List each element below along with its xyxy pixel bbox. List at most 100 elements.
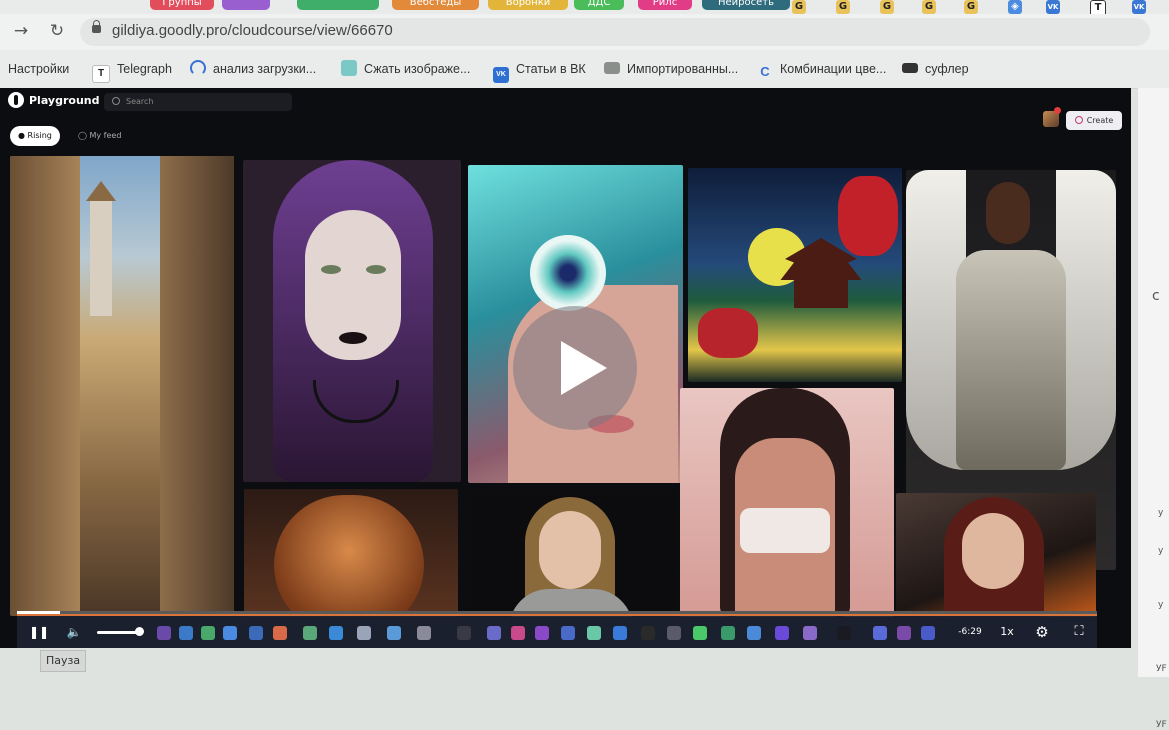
pinned-tab-chat[interactable]: ◈ xyxy=(1008,0,1022,14)
gallery-image-warrior-woman[interactable] xyxy=(896,493,1096,617)
folder-icon xyxy=(604,62,620,74)
playground-icon xyxy=(8,92,24,108)
video-player[interactable]: Playground Search ● Rising ◯ My feed Cre… xyxy=(0,88,1131,648)
back-button[interactable]: → xyxy=(10,20,32,42)
dock-icon xyxy=(417,626,431,640)
create-button[interactable]: Create xyxy=(1066,111,1122,130)
hair-shape xyxy=(274,495,424,617)
bookmark-settings[interactable]: Настройки xyxy=(8,60,69,78)
tab-webinars[interactable]: Вебстеды xyxy=(392,0,479,10)
dock-icon xyxy=(487,626,501,640)
notification-badge xyxy=(1054,107,1061,114)
side-panel-text: y xyxy=(1158,600,1164,610)
dock-icon xyxy=(357,626,371,640)
tab-neural[interactable]: Нейросеть xyxy=(702,0,790,10)
dock-icon xyxy=(721,626,735,640)
bookmark-load-analysis[interactable]: анализ загрузки... xyxy=(190,60,316,78)
gallery-image-gothic-girl[interactable] xyxy=(243,160,461,482)
tab-green[interactable] xyxy=(297,0,379,10)
pinned-tab-g[interactable]: G xyxy=(792,0,806,14)
pinned-tab-vk[interactable]: VK xyxy=(1046,0,1060,14)
volume-button[interactable]: 🔈 xyxy=(65,622,83,642)
dock-icon xyxy=(613,626,627,640)
dock-icon xyxy=(641,626,655,640)
dock-icon xyxy=(387,626,401,640)
gallery-image-medieval-city[interactable] xyxy=(10,156,234,616)
tab-groups[interactable]: Группы xyxy=(150,0,214,10)
pinned-tab-g[interactable]: G xyxy=(964,0,978,14)
bookmark-vk-articles[interactable]: VK Статьи в ВК xyxy=(493,60,586,83)
time-remaining: -6:29 xyxy=(958,627,982,637)
blossom-shape xyxy=(838,176,898,256)
progress-fill xyxy=(17,611,61,614)
tab-dds[interactable]: ДДС xyxy=(574,0,624,10)
bookmark-compress-image[interactable]: Сжать изображе... xyxy=(341,60,470,78)
side-panel-text: y xyxy=(1158,546,1164,556)
gear-icon: ⚙ xyxy=(1035,623,1049,641)
playground-logo[interactable]: Playground xyxy=(8,91,99,111)
fullscreen-button[interactable]: ⛶ xyxy=(1069,622,1089,642)
progress-bar[interactable] xyxy=(17,611,1097,614)
pinned-tab-vk[interactable]: VK xyxy=(1132,0,1146,14)
reload-icon: ↻ xyxy=(49,21,65,41)
search-placeholder: Search xyxy=(126,97,154,106)
my-feed-tab[interactable]: ◯ My feed xyxy=(70,126,129,146)
dock-icon xyxy=(157,626,171,640)
dock-icon xyxy=(747,626,761,640)
rising-tab[interactable]: ● Rising xyxy=(10,126,60,146)
bookmark-telegraph[interactable]: T Telegraph xyxy=(92,60,172,83)
gallery-image-red-hair[interactable] xyxy=(244,489,458,617)
play-button[interactable] xyxy=(513,306,637,430)
rising-label: Rising xyxy=(27,131,52,140)
bookmark-color-combos[interactable]: C Комбинации цве... xyxy=(757,60,887,79)
pause-button[interactable]: ❚❚ xyxy=(29,622,49,642)
search-input[interactable]: Search xyxy=(104,93,292,111)
bookmark-label: Комбинации цве... xyxy=(780,62,887,76)
gallery-image-blonde-woman[interactable] xyxy=(465,489,677,617)
bookmark-label: Статьи в ВК xyxy=(516,62,586,76)
settings-button[interactable]: ⚙ xyxy=(1031,622,1053,642)
user-icon: ◯ xyxy=(78,131,90,140)
volume-slider-handle[interactable] xyxy=(135,627,144,636)
bookmarks-bar: Настройки T Telegraph анализ загрузки... … xyxy=(0,50,1169,89)
dock-icon xyxy=(179,626,193,640)
url-field[interactable]: gildiya.goodly.pro/cloudcourse/view/6667… xyxy=(80,18,1150,46)
url-text: gildiya.goodly.pro/cloudcourse/view/6667… xyxy=(112,22,393,39)
telegraph-icon: T xyxy=(92,65,110,83)
flame-icon: ● xyxy=(18,131,28,140)
dock-icon xyxy=(223,626,237,640)
pinned-tab-t[interactable]: T xyxy=(1090,0,1106,14)
gallery-image-japanese-temple[interactable] xyxy=(688,168,902,382)
dock-icon xyxy=(561,626,575,640)
tower-roof xyxy=(86,181,116,201)
big-eye xyxy=(530,235,606,311)
pause-tooltip: Пауза xyxy=(40,650,87,672)
search-icon xyxy=(112,97,120,105)
gallery-image-dark-hair-woman[interactable] xyxy=(680,388,894,617)
tab-purple[interactable] xyxy=(222,0,270,10)
face-shape xyxy=(539,511,601,589)
speed-button[interactable]: 1x xyxy=(997,622,1017,642)
bookmark-label: Настройки xyxy=(8,62,70,76)
pinned-tab-g[interactable]: G xyxy=(922,0,936,14)
player-controls: ❚❚ 🔈 -6:29 1x ⚙ ⛶ xyxy=(17,613,1097,648)
pinned-tab-g[interactable]: G xyxy=(836,0,850,14)
eye-left xyxy=(321,265,341,274)
tab-strip: Группы Вебстеды Воронки ДДС Рилс Нейросе… xyxy=(0,0,1169,14)
bookmark-imported[interactable]: Импортированны... xyxy=(604,60,738,78)
dock-icon xyxy=(921,626,935,640)
bookmark-label: Telegraph xyxy=(117,62,172,76)
reload-button[interactable]: ↻ xyxy=(46,20,68,42)
tab-funnels[interactable]: Воронки xyxy=(488,0,568,10)
tab-reels[interactable]: Рилс xyxy=(638,0,692,10)
speaker-icon: 🔈 xyxy=(66,625,82,639)
eye-right xyxy=(366,265,386,274)
dock-icon xyxy=(457,626,471,640)
pinned-tab-g[interactable]: G xyxy=(880,0,894,14)
dock-icon xyxy=(273,626,287,640)
dock-icon xyxy=(249,626,263,640)
dock-icon xyxy=(837,626,851,640)
blossom-shape xyxy=(698,308,758,358)
bookmark-prompter[interactable]: суфлер xyxy=(902,60,969,78)
dock-icon xyxy=(303,626,317,640)
